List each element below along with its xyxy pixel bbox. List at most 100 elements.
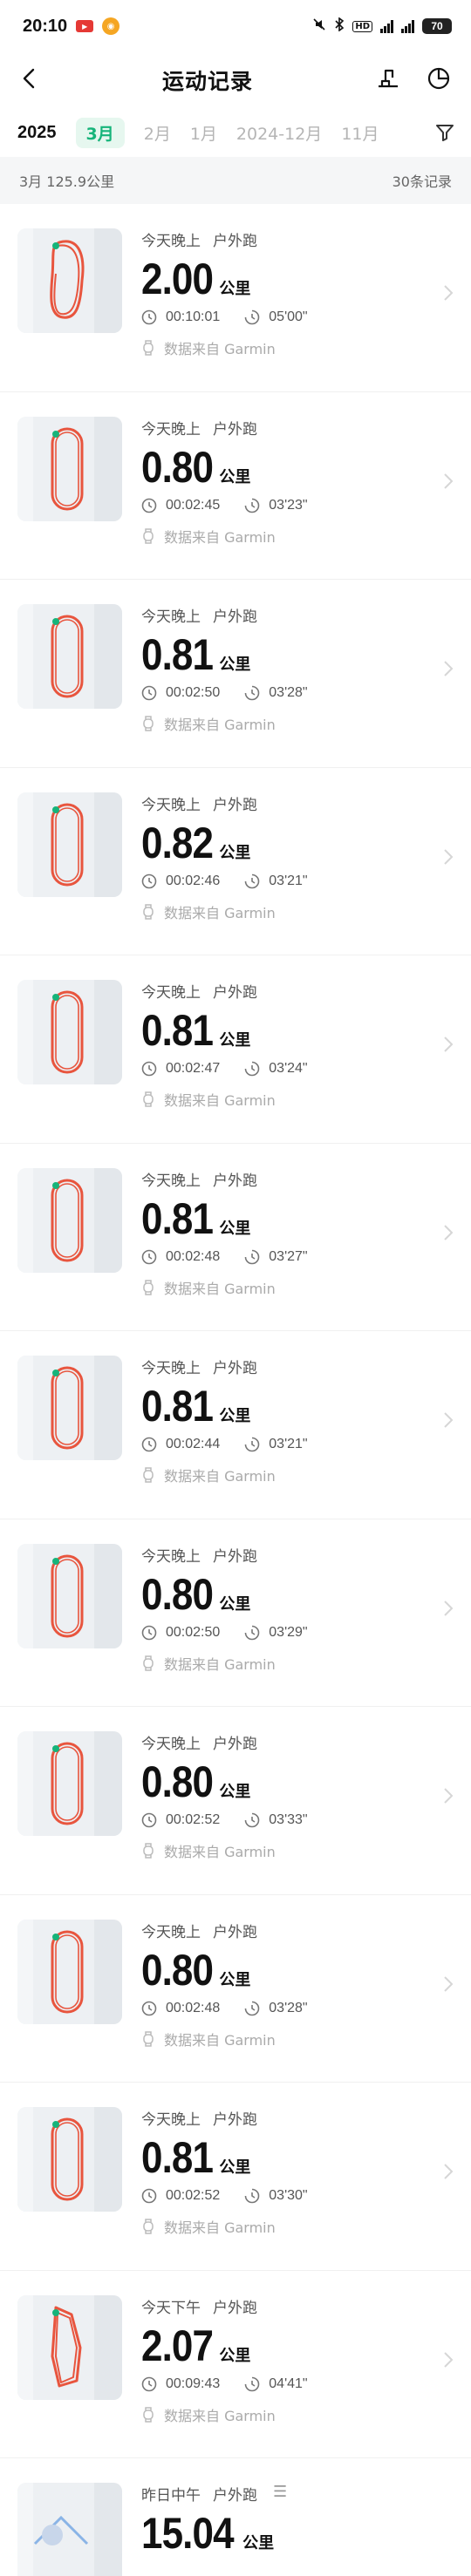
tab-month[interactable]: 1月: [190, 121, 217, 145]
record-row[interactable]: 昨日中午 户外跑 ☰ 15.04 公里: [0, 2458, 471, 2576]
tab-month[interactable]: 2024-12月: [236, 121, 322, 145]
record-row[interactable]: 今天晚上 户外跑 0.80 公里 00:02:50 03'29" 数据来自 Garmin: [0, 1519, 471, 1707]
record-distance: 0.81: [141, 1006, 214, 1055]
hd-icon: HD: [352, 20, 372, 32]
record-pace: 04'41": [269, 2375, 308, 2391]
record-time-of-day: 今天下午: [141, 2299, 201, 2317]
tab-month[interactable]: 11月: [341, 121, 379, 145]
pace-icon: [244, 1061, 260, 1077]
route-map-thumbnail: [17, 2483, 122, 2576]
record-row[interactable]: 今天晚上 户外跑 0.81 公里 00:02:44 03'21" 数据来自 Garmin: [0, 1331, 471, 1519]
record-distance: 2.07: [141, 2321, 214, 2370]
record-row[interactable]: 今天晚上 户外跑 0.81 公里 00:02:50 03'28" 数据来自 Garmin: [0, 580, 471, 768]
record-distance: 0.81: [141, 1193, 214, 1243]
tab-month-active[interactable]: 3月: [75, 117, 125, 148]
menu-lines-icon: ☰: [273, 2483, 288, 2501]
battery-indicator: 70: [422, 18, 452, 34]
record-sport-type: 户外跑: [213, 233, 257, 250]
month-tabs: 2025 3月 2月 1月 2024-12月 11月: [0, 108, 471, 157]
pace-icon: [244, 1437, 260, 1452]
record-distance: 0.80: [141, 1757, 214, 1806]
chevron-right-icon: [443, 848, 454, 869]
distance-unit: 公里: [219, 1407, 251, 1425]
record-sport-type: 户外跑: [213, 1736, 257, 1753]
filter-icon[interactable]: [426, 122, 455, 146]
record-pace: 03'28": [269, 2000, 308, 2015]
chevron-right-icon: [443, 1975, 454, 1996]
record-data-source: 数据来自 Garmin: [164, 904, 276, 921]
route-map-thumbnail: [17, 2107, 122, 2212]
record-time-of-day: 今天晚上: [141, 2111, 201, 2129]
chevron-right-icon: [443, 284, 454, 305]
watch-icon: [141, 903, 155, 920]
record-pace: 03'21": [269, 1437, 308, 1451]
record-data-source: 数据来自 Garmin: [164, 2219, 276, 2236]
record-time-of-day: 今天晚上: [141, 1547, 201, 1566]
record-sport-type: 户外跑: [213, 2299, 257, 2317]
statistics-pie-icon[interactable]: [426, 65, 452, 95]
record-row[interactable]: 今天晚上 户外跑 0.80 公里 00:02:52 03'33" 数据来自 Garmin: [0, 1707, 471, 1895]
duration-clock-icon: [141, 2188, 157, 2204]
record-row[interactable]: 今天晚上 户外跑 0.80 公里 00:02:45 03'23" 数据来自 Garmin: [0, 392, 471, 580]
record-distance: 0.80: [141, 1569, 214, 1619]
pace-icon: [244, 685, 260, 701]
route-map-thumbnail: [17, 416, 122, 521]
record-duration: 00:10:01: [166, 309, 221, 324]
record-pace: 03'28": [269, 685, 308, 700]
header: 运动记录: [0, 52, 471, 108]
tab-month[interactable]: 2月: [144, 121, 171, 145]
record-sport-type: 户外跑: [213, 1360, 257, 1377]
record-row[interactable]: 今天晚上 户外跑 0.81 公里 00:02:47 03'24" 数据来自 Garmin: [0, 955, 471, 1144]
record-row[interactable]: 今天晚上 户外跑 0.82 公里 00:02:46 03'21" 数据来自 Garmin: [0, 768, 471, 955]
record-list: 今天晚上 户外跑 2.00 公里 00:10:01 05'00" 数据来自 Garmin 今天…: [0, 204, 471, 2576]
duration-clock-icon: [141, 309, 157, 325]
distance-unit: 公里: [219, 2346, 251, 2365]
pace-icon: [244, 2188, 260, 2204]
record-distance: 0.81: [141, 2133, 214, 2182]
distance-unit: 公里: [219, 1594, 251, 1614]
record-pace: 05'00": [269, 309, 308, 324]
record-sport-type: 户外跑: [213, 2487, 257, 2505]
chevron-right-icon: [443, 1411, 454, 1432]
route-map-thumbnail: [17, 1167, 122, 1273]
record-pace: 03'29": [269, 1624, 308, 1640]
distance-unit: 公里: [219, 2158, 251, 2177]
record-time-of-day: 今天晚上: [141, 233, 201, 250]
chevron-right-icon: [443, 2163, 454, 2184]
chevron-right-icon: [443, 2351, 454, 2372]
page-title: 运动记录: [161, 69, 253, 94]
chevron-right-icon: [443, 1787, 454, 1808]
record-duration: 00:09:43: [166, 2375, 221, 2391]
record-time-of-day: 今天晚上: [141, 1736, 201, 1753]
pace-icon: [244, 1812, 260, 1828]
record-row[interactable]: 今天晚上 户外跑 0.80 公里 00:02:48 03'28" 数据来自 Garmin: [0, 1895, 471, 2083]
record-distance: 0.81: [141, 1382, 214, 1431]
chevron-right-icon: [443, 472, 454, 493]
watch-icon: [141, 1843, 155, 1859]
record-distance: 15.04: [141, 2509, 235, 2558]
record-sport-type: 户外跑: [213, 1923, 257, 1941]
pace-icon: [244, 2376, 260, 2392]
record-row[interactable]: 今天晚上 户外跑 0.81 公里 00:02:52 03'30" 数据来自 Garmin: [0, 2083, 471, 2271]
route-map-thumbnail: [17, 1543, 122, 1648]
record-row[interactable]: 今天晚上 户外跑 2.00 公里 00:10:01 05'00" 数据来自 Garmin: [0, 204, 471, 392]
record-time-of-day: 今天晚上: [141, 796, 201, 814]
record-sport-type: 户外跑: [213, 2111, 257, 2129]
record-duration: 00:02:52: [166, 1812, 221, 1827]
tab-year[interactable]: 2025: [17, 123, 57, 143]
record-row[interactable]: 今天下午 户外跑 2.07 公里 00:09:43 04'41" 数据来自 Garmin: [0, 2271, 471, 2458]
watch-icon: [141, 340, 155, 356]
distance-unit: 公里: [219, 467, 251, 486]
distance-unit: 公里: [219, 1031, 251, 1050]
record-pace: 03'33": [269, 1812, 308, 1827]
personal-best-icon[interactable]: [375, 65, 401, 95]
record-sport-type: 户外跑: [213, 608, 257, 626]
record-sport-type: 户外跑: [213, 1547, 257, 1566]
record-data-source: 数据来自 Garmin: [164, 341, 276, 357]
record-row[interactable]: 今天晚上 户外跑 0.81 公里 00:02:48 03'27" 数据来自 Garmin: [0, 1144, 471, 1331]
record-data-source: 数据来自 Garmin: [164, 1092, 276, 1109]
watch-icon: [141, 2030, 155, 2047]
back-icon[interactable]: [19, 66, 40, 94]
record-time-of-day: 今天晚上: [141, 984, 201, 1002]
record-time-of-day: 今天晚上: [141, 1172, 201, 1190]
